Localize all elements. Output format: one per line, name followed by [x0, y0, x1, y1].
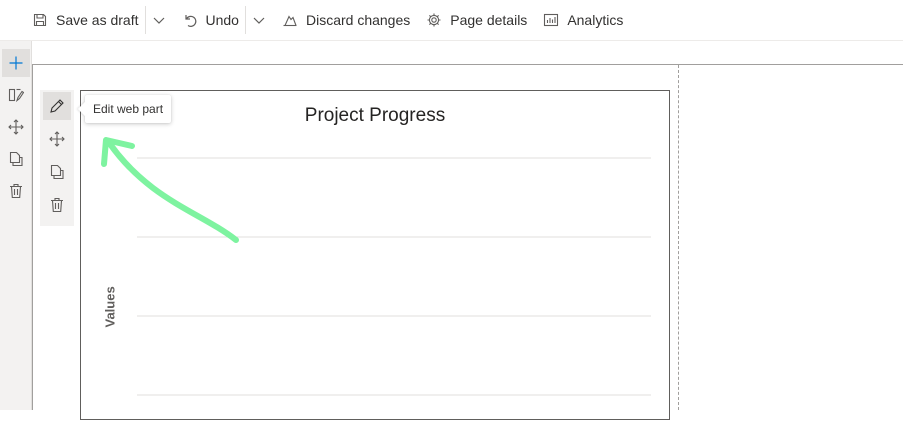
analytics-label: Analytics — [567, 12, 624, 28]
chart-plot — [137, 157, 651, 396]
pencil-icon — [50, 99, 64, 113]
move-web-part-button[interactable] — [43, 125, 71, 153]
move-icon — [8, 119, 24, 135]
trash-icon — [51, 197, 63, 213]
undo-options-dropdown[interactable] — [246, 0, 272, 41]
page-details-label: Page details — [450, 12, 528, 28]
canvas-border-top — [32, 64, 903, 65]
web-part-toolbar — [40, 90, 74, 226]
column-divider — [678, 65, 679, 410]
move-icon — [49, 131, 65, 147]
gear-icon — [427, 13, 441, 27]
delete-section-button[interactable] — [2, 177, 30, 205]
duplicate-web-part-button[interactable] — [43, 158, 71, 186]
undo-label: Undo — [205, 12, 239, 28]
delete-web-part-button[interactable] — [43, 191, 71, 219]
edit-section-button[interactable] — [2, 81, 30, 109]
trash-icon — [10, 183, 22, 199]
save-icon — [33, 13, 47, 27]
canvas-border-left — [32, 64, 33, 410]
plus-icon — [9, 56, 23, 70]
section-edit-icon — [8, 88, 24, 103]
discard-changes-button[interactable]: Discard changes — [272, 0, 416, 41]
page-details-button[interactable]: Page details — [416, 0, 533, 41]
move-section-button[interactable] — [2, 113, 30, 141]
copy-icon — [50, 164, 64, 180]
section-rail — [0, 41, 32, 410]
undo-icon — [184, 15, 196, 27]
chart-web-part[interactable]: Project Progress Values — [80, 90, 670, 420]
discard-icon — [283, 15, 297, 27]
discard-changes-label: Discard changes — [305, 12, 411, 28]
edit-web-part-tooltip: Edit web part — [85, 95, 172, 123]
add-section-button[interactable] — [2, 49, 30, 77]
edit-web-part-button[interactable] — [43, 92, 71, 120]
duplicate-section-button[interactable] — [2, 145, 30, 173]
command-bar: Save as draft Undo Discard changes Page … — [0, 0, 903, 41]
analytics-icon — [544, 13, 559, 27]
undo-button[interactable]: Undo — [172, 0, 245, 41]
chevron-down-icon — [253, 17, 265, 24]
save-as-draft-label: Save as draft — [56, 12, 139, 28]
y-axis-label: Values — [102, 286, 118, 328]
chevron-down-icon — [153, 17, 164, 24]
copy-icon — [9, 151, 23, 167]
tooltip-text: Edit web part — [93, 102, 164, 116]
save-as-draft-button[interactable]: Save as draft — [0, 0, 145, 41]
save-options-dropdown[interactable] — [146, 0, 172, 41]
analytics-button[interactable]: Analytics — [533, 0, 629, 41]
